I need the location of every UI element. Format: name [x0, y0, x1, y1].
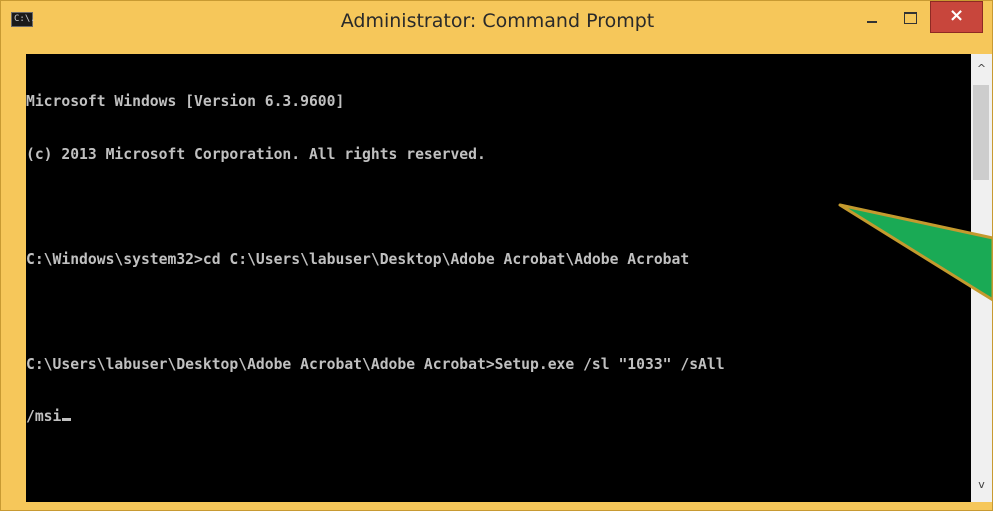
console-input-line[interactable]: /msi — [26, 408, 971, 426]
console-line: C:\Users\labuser\Desktop\Adobe Acrobat\A… — [26, 355, 725, 373]
chevron-down-icon[interactable]: v — [971, 478, 992, 492]
console-line: C:\Windows\system32>cd C:\Users\labuser\… — [26, 250, 690, 268]
console-lines: Microsoft Windows [Version 6.3.9600] (c)… — [26, 58, 971, 461]
window-title: Administrator: Command Prompt — [340, 10, 655, 32]
chevron-up-icon[interactable]: ^ — [971, 62, 992, 76]
text-cursor — [62, 418, 72, 421]
vertical-scrollbar[interactable]: ^ v — [971, 54, 992, 502]
command-continuation: /msi — [26, 408, 62, 425]
maximize-icon — [904, 12, 917, 24]
console-line: Microsoft Windows [Version 6.3.9600] — [26, 93, 345, 110]
maximize-button[interactable] — [892, 7, 926, 33]
close-button[interactable]: × — [930, 1, 983, 33]
console-output[interactable]: Microsoft Windows [Version 6.3.9600] (c)… — [26, 54, 971, 502]
command-prompt-window: C:\. Administrator: Command Prompt × Mic… — [0, 0, 993, 511]
minimize-icon — [867, 21, 877, 23]
scrollbar-thumb[interactable] — [973, 85, 989, 180]
title-bar[interactable]: C:\. Administrator: Command Prompt × — [1, 1, 993, 39]
console-line: (c) 2013 Microsoft Corporation. All righ… — [26, 145, 486, 163]
close-icon: × — [948, 5, 965, 26]
minimize-button[interactable] — [854, 7, 888, 33]
